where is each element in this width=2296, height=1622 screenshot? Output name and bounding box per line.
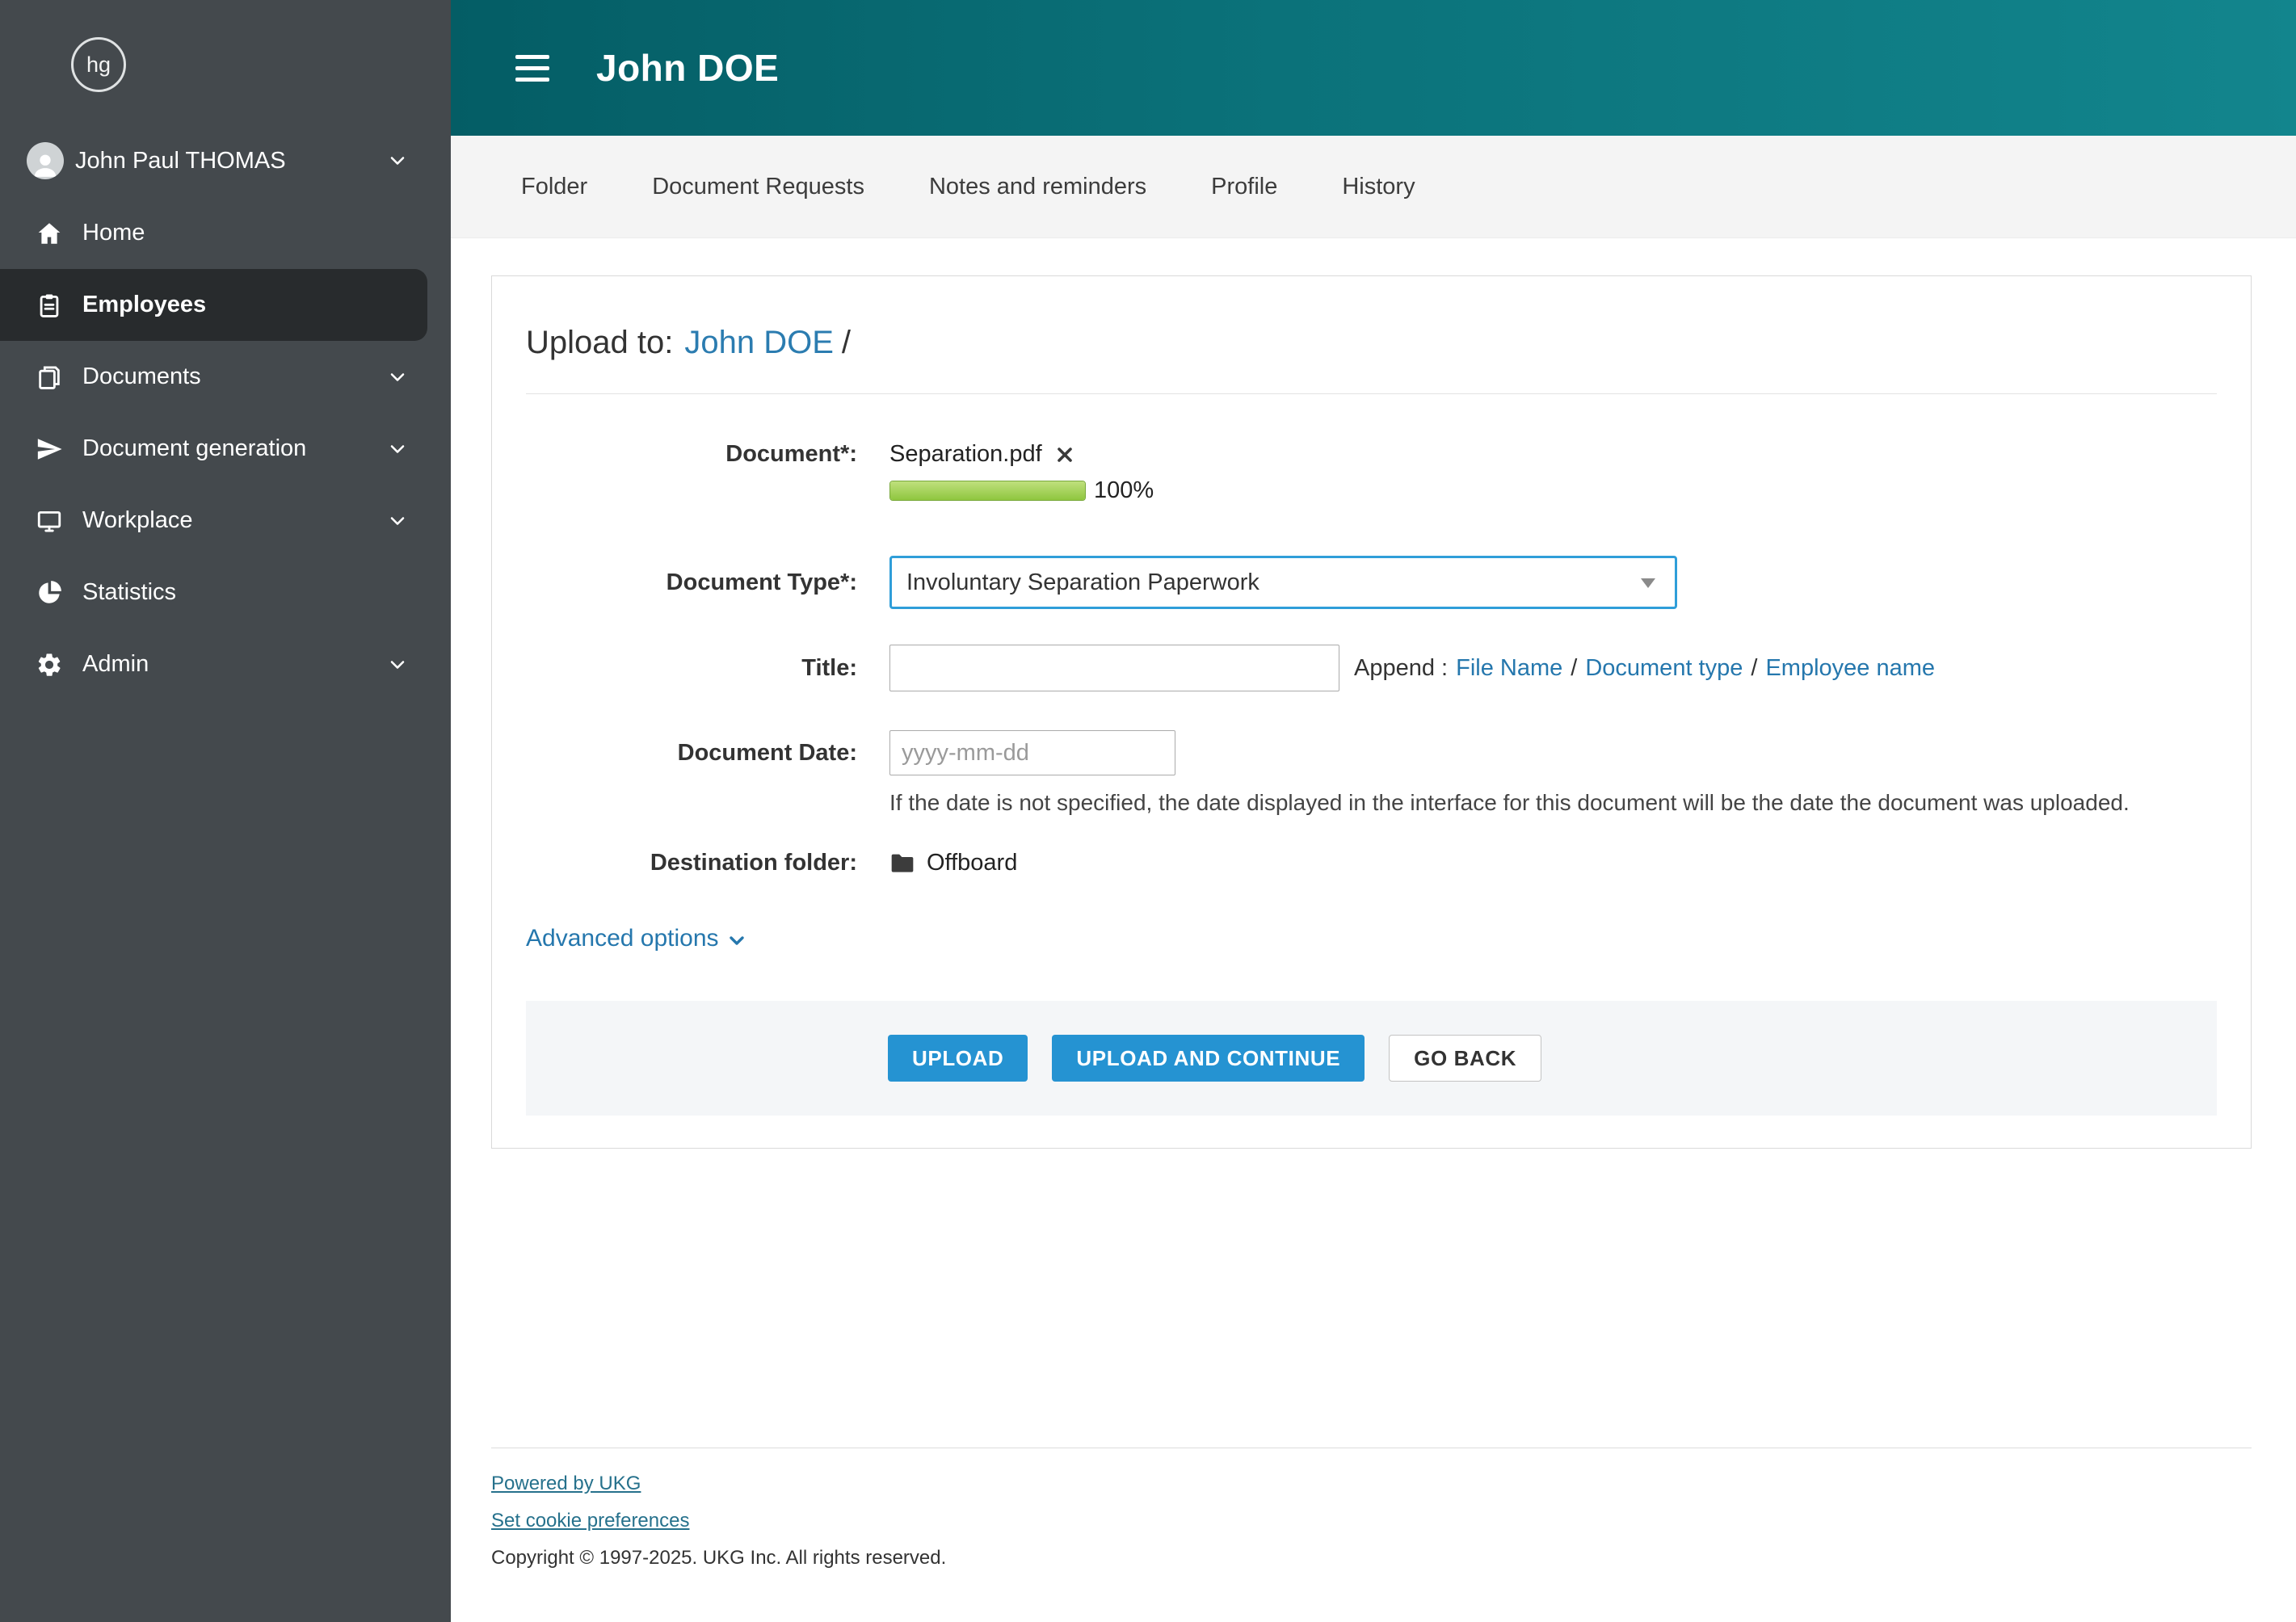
- title-label: Title:: [801, 654, 857, 681]
- footer: Powered by UKG Set cookie preferences Co…: [491, 1448, 2252, 1607]
- actions-band: UPLOAD UPLOAD AND CONTINUE GO BACK: [526, 1001, 2217, 1116]
- append-options: Append : File Name / Document type / Emp…: [1354, 655, 1935, 682]
- employee-link[interactable]: John DOE: [684, 325, 834, 360]
- document-type-value: Involuntary Separation Paperwork: [906, 569, 1259, 595]
- user-menu[interactable]: John Paul THOMAS: [0, 124, 451, 197]
- advanced-options-label: Advanced options: [526, 925, 719, 952]
- sidebar: hg John Paul THOMAS Home Employees Docum…: [0, 0, 451, 1622]
- heading-divider: [526, 393, 2217, 394]
- destination-folder-row: Destination folder: Offboard: [526, 850, 2217, 876]
- page-header: John DOE: [451, 0, 2296, 136]
- upload-progress-bar: [889, 481, 1086, 501]
- brand-logo-wrap: hg: [0, 0, 451, 124]
- document-date-row: Document Date: If the date is not specif…: [526, 730, 2217, 816]
- destination-folder-value: Offboard: [927, 850, 1018, 876]
- remove-file-icon[interactable]: [1055, 445, 1074, 464]
- sidebar-item-documents[interactable]: Documents: [0, 341, 451, 413]
- append-employee-name-link[interactable]: Employee name: [1765, 655, 1935, 682]
- tab-history[interactable]: History: [1310, 174, 1447, 200]
- cookie-preferences-link[interactable]: Set cookie preferences: [491, 1510, 689, 1532]
- document-date-label: Document Date:: [677, 740, 857, 766]
- sidebar-item-label: Home: [82, 220, 145, 246]
- tab-bar: Folder Document Requests Notes and remin…: [451, 136, 2296, 238]
- sidebar-item-label: Workplace: [82, 507, 193, 533]
- hamburger-menu-icon[interactable]: [515, 54, 549, 82]
- powered-by-link[interactable]: Powered by UKG: [491, 1473, 641, 1495]
- upload-card: Upload to: John DOE / Document*: Separatio…: [491, 275, 2252, 1149]
- chevron-down-icon: [390, 444, 405, 453]
- sidebar-item-label: Employees: [82, 292, 207, 317]
- chevron-down-icon: [729, 936, 744, 945]
- chevron-down-icon: [390, 660, 405, 669]
- chevron-down-icon: [390, 372, 405, 381]
- document-date-input[interactable]: [889, 730, 1175, 775]
- sidebar-item-workplace[interactable]: Workplace: [0, 485, 451, 557]
- sidebar-item-home[interactable]: Home: [0, 197, 451, 269]
- document-row: Document*: Separation.pdf 100%: [526, 441, 2217, 504]
- folder-icon: [891, 854, 914, 872]
- title-input[interactable]: [889, 645, 1339, 691]
- document-label: Document*:: [725, 441, 857, 467]
- date-help-text: If the date is not specified, the date d…: [889, 790, 2130, 815]
- pie-chart-icon: [34, 578, 65, 608]
- sidebar-item-employees[interactable]: Employees: [0, 269, 427, 341]
- go-back-button[interactable]: GO BACK: [1389, 1035, 1542, 1082]
- sidebar-item-statistics[interactable]: Statistics: [0, 557, 451, 628]
- sidebar-item-label: Statistics: [82, 579, 177, 605]
- copyright-text: Copyright © 1997-2025. UKG Inc. All righ…: [491, 1547, 947, 1569]
- tab-notes-and-reminders[interactable]: Notes and reminders: [897, 174, 1179, 200]
- chevron-down-icon: [390, 516, 405, 525]
- workplace-icon: [34, 506, 65, 536]
- tab-document-requests[interactable]: Document Requests: [620, 174, 897, 200]
- upload-heading: Upload to: John DOE /: [526, 325, 2217, 361]
- sidebar-item-label: Admin: [82, 651, 149, 677]
- brand-logo: hg: [71, 37, 126, 92]
- destination-folder-label: Destination folder:: [650, 850, 857, 876]
- home-icon: [34, 218, 65, 249]
- title-row: Title: Append : File Name / Document typ…: [526, 645, 2217, 691]
- document-type-row: Document Type*: Involuntary Separation P…: [526, 556, 2217, 609]
- tab-profile[interactable]: Profile: [1179, 174, 1310, 200]
- sidebar-item-document-generation[interactable]: Document generation: [0, 413, 451, 485]
- sidebar-nav: Home Employees Documents Document genera…: [0, 197, 451, 700]
- chevron-down-icon: [390, 157, 405, 165]
- append-document-type-link[interactable]: Document type: [1585, 655, 1743, 682]
- progress-percent: 100%: [1094, 477, 1154, 503]
- advanced-options-link[interactable]: Advanced options: [526, 925, 746, 952]
- upload-heading-suffix: /: [841, 325, 851, 360]
- upload-and-continue-button[interactable]: UPLOAD AND CONTINUE: [1052, 1035, 1365, 1082]
- upload-heading-prefix: Upload to:: [526, 325, 674, 360]
- append-label: Append :: [1354, 654, 1449, 681]
- document-type-select[interactable]: Involuntary Separation Paperwork: [889, 556, 1677, 609]
- user-name: John Paul THOMAS: [75, 147, 286, 174]
- append-file-name-link[interactable]: File Name: [1456, 655, 1562, 682]
- employees-icon: [34, 290, 65, 321]
- append-separator: /: [1571, 654, 1578, 681]
- sidebar-item-label: Document generation: [82, 435, 307, 461]
- gear-icon: [34, 649, 65, 680]
- paper-plane-icon: [34, 434, 65, 464]
- upload-button[interactable]: UPLOAD: [888, 1035, 1028, 1082]
- main-area: John DOE Folder Document Requests Notes …: [451, 0, 2296, 1622]
- file-name: Separation.pdf: [889, 441, 1042, 467]
- documents-icon: [34, 362, 65, 393]
- avatar: [27, 142, 64, 179]
- tab-folder[interactable]: Folder: [489, 174, 620, 200]
- sidebar-item-label: Documents: [82, 363, 201, 389]
- append-separator: /: [1751, 654, 1758, 681]
- page-title: John DOE: [596, 47, 780, 89]
- document-type-label: Document Type*:: [666, 569, 857, 595]
- sidebar-item-admin[interactable]: Admin: [0, 628, 451, 700]
